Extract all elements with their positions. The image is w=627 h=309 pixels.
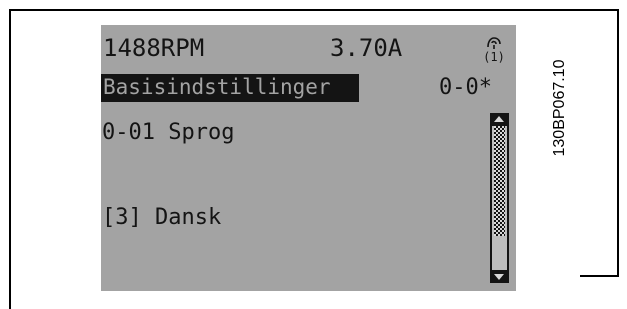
speed-readout: 1488RPM xyxy=(103,34,205,62)
scrollbar-thumb[interactable] xyxy=(494,126,505,236)
figure-frame-top xyxy=(9,9,619,11)
parameter-value[interactable]: [3] Dansk xyxy=(102,207,221,229)
set-up-indicator: (1) xyxy=(483,50,505,63)
figure-reference-code: 130BP067.10 xyxy=(550,38,570,178)
lcd-display: 1488RPM 3.70A (1) Basisindstillinger 0-0… xyxy=(101,25,516,291)
menu-group-code: 0-0* xyxy=(439,75,492,100)
figure-frame-bottom xyxy=(580,275,619,277)
current-readout: 3.70A xyxy=(330,34,403,62)
scroll-down-arrow-icon[interactable] xyxy=(490,270,509,283)
figure-frame-left xyxy=(9,9,11,309)
hand-on-icon: (1) xyxy=(483,37,505,63)
menu-title: Basisindstillinger xyxy=(103,75,331,99)
scroll-up-arrow-icon[interactable] xyxy=(490,113,509,126)
figure-frame-right xyxy=(617,9,619,277)
parameter-name[interactable]: 0-01 Sprog xyxy=(102,122,234,144)
figure-reference-label: 130BP067.10 xyxy=(551,59,568,157)
